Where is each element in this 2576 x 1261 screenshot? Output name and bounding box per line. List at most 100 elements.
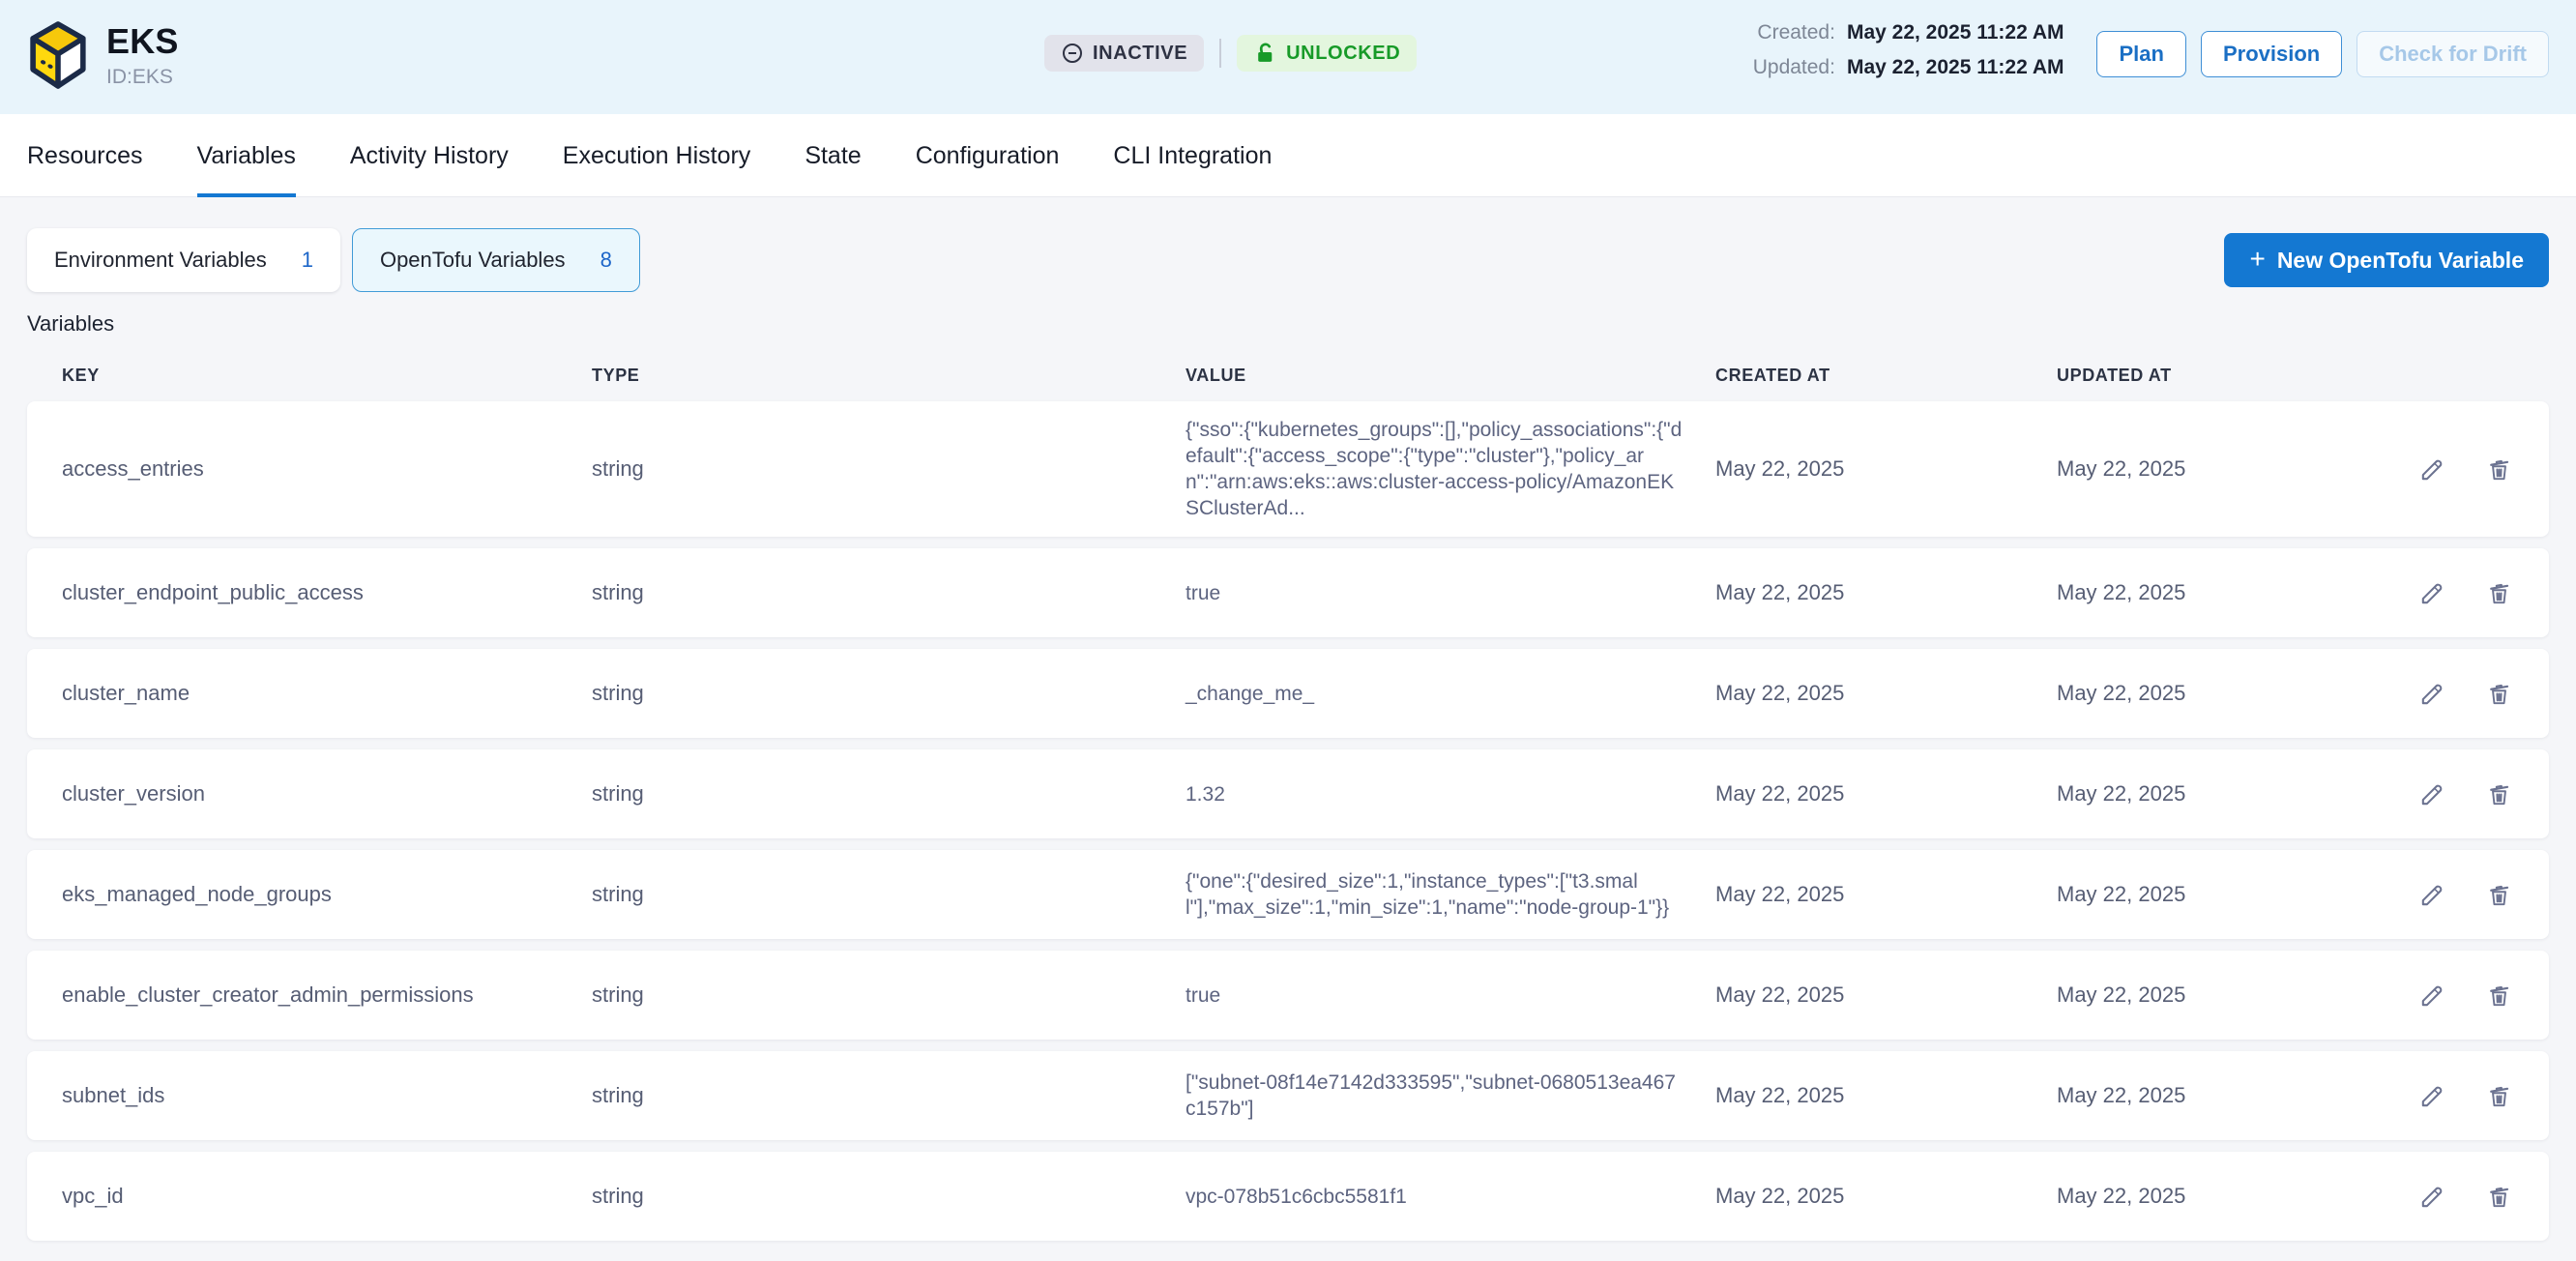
unlocked-status-label: UNLOCKED (1286, 43, 1400, 65)
main-tabs: Resources Variables Activity History Exe… (0, 114, 2576, 197)
edit-variable-button[interactable] (2417, 455, 2447, 484)
table-row: access_entries string {"sso":{"kubernete… (27, 401, 2549, 537)
variable-key: eks_managed_node_groups (62, 882, 592, 907)
pencil-icon (2417, 1182, 2447, 1212)
pencil-icon (2417, 779, 2447, 809)
circle-minus-icon (1061, 42, 1084, 65)
delete-variable-button[interactable] (2484, 455, 2514, 484)
pencil-icon (2417, 880, 2447, 910)
pencil-icon (2417, 578, 2447, 608)
edit-variable-button[interactable] (2417, 1081, 2447, 1111)
variable-created-at: May 22, 2025 (1715, 681, 2057, 706)
variable-key: vpc_id (62, 1184, 592, 1209)
table-row: eks_managed_node_groups string {"one":{"… (27, 850, 2549, 939)
plus-icon: + (2249, 246, 2265, 273)
tab-activity-history[interactable]: Activity History (350, 114, 509, 197)
table-row: vpc_id string vpc-078b51c6cbc5581f1 May … (27, 1152, 2549, 1241)
delete-variable-button[interactable] (2484, 679, 2514, 709)
tab-cli-integration[interactable]: CLI Integration (1113, 114, 1272, 197)
table-header-row: KEY TYPE VALUE CREATED AT UPDATED AT (27, 337, 2549, 401)
delete-variable-button[interactable] (2484, 578, 2514, 608)
variable-updated-at: May 22, 2025 (2057, 1184, 2376, 1209)
pencil-icon (2417, 981, 2447, 1011)
unlock-icon (1253, 42, 1277, 66)
tab-execution-history[interactable]: Execution History (563, 114, 751, 197)
edit-variable-button[interactable] (2417, 1182, 2447, 1212)
edit-variable-button[interactable] (2417, 981, 2447, 1011)
delete-variable-button[interactable] (2484, 779, 2514, 809)
opentofu-variables-chip[interactable]: OpenTofu Variables 8 (352, 228, 640, 292)
variable-type: string (592, 681, 1186, 706)
variable-key: access_entries (62, 456, 592, 482)
inactive-status-label: INACTIVE (1093, 43, 1187, 65)
table-row: cluster_version string 1.32 May 22, 2025… (27, 749, 2549, 838)
delete-variable-button[interactable] (2484, 981, 2514, 1011)
variable-type: string (592, 781, 1186, 806)
table-row: subnet_ids string ["subnet-08f14e7142d33… (27, 1051, 2549, 1140)
plan-button[interactable]: Plan (2096, 31, 2185, 77)
trash-icon (2484, 880, 2514, 910)
variable-created-at: May 22, 2025 (1715, 882, 2057, 907)
tab-configuration[interactable]: Configuration (916, 114, 1060, 197)
variable-value: true (1186, 982, 1715, 1009)
badge-divider (1219, 39, 1221, 68)
created-label: Created: (1753, 21, 1835, 44)
environment-variables-chip[interactable]: Environment Variables 1 (27, 228, 340, 292)
table-body: access_entries string {"sso":{"kubernete… (27, 401, 2549, 1241)
status-badges: INACTIVE UNLOCKED (1044, 35, 1417, 72)
table-row: cluster_endpoint_public_access string tr… (27, 548, 2549, 637)
edit-variable-button[interactable] (2417, 779, 2447, 809)
variable-created-at: May 22, 2025 (1715, 1083, 2057, 1108)
opentofu-cube-logo-icon (27, 19, 89, 91)
variable-value: {"sso":{"kubernetes_groups":[],"policy_a… (1186, 417, 1715, 521)
variable-key: cluster_version (62, 781, 592, 806)
trash-icon (2484, 1182, 2514, 1212)
variable-type: string (592, 1083, 1186, 1108)
variable-updated-at: May 22, 2025 (2057, 580, 2376, 605)
environment-variables-count: 1 (302, 248, 313, 273)
trash-icon (2484, 981, 2514, 1011)
variables-page: Environment Variables 1 OpenTofu Variabl… (0, 197, 2576, 1241)
unlocked-status-badge: UNLOCKED (1237, 35, 1417, 72)
trash-icon (2484, 578, 2514, 608)
pencil-icon (2417, 455, 2447, 484)
variable-key: subnet_ids (62, 1083, 592, 1108)
variable-value: vpc-078b51c6cbc5581f1 (1186, 1184, 1715, 1210)
opentofu-variables-count: 8 (600, 248, 612, 273)
variable-type: string (592, 882, 1186, 907)
delete-variable-button[interactable] (2484, 880, 2514, 910)
trash-icon (2484, 455, 2514, 484)
check-for-drift-button[interactable]: Check for Drift (2356, 31, 2549, 77)
provision-button[interactable]: Provision (2201, 31, 2342, 77)
trash-icon (2484, 1081, 2514, 1111)
pencil-icon (2417, 1081, 2447, 1111)
variable-key: cluster_endpoint_public_access (62, 580, 592, 605)
variables-section-title: Variables (27, 311, 2549, 337)
variable-value: true (1186, 580, 1715, 606)
tab-variables[interactable]: Variables (197, 114, 296, 197)
edit-variable-button[interactable] (2417, 880, 2447, 910)
tab-state[interactable]: State (805, 114, 861, 197)
variable-updated-at: May 22, 2025 (2057, 982, 2376, 1008)
page-header: EKS ID:EKS INACTIVE UNLOCKED Created: Ma… (0, 0, 2576, 114)
page-title: EKS (106, 21, 179, 62)
delete-variable-button[interactable] (2484, 1081, 2514, 1111)
variable-value: {"one":{"desired_size":1,"instance_types… (1186, 868, 1715, 921)
updated-label: Updated: (1753, 56, 1835, 79)
updated-value: May 22, 2025 11:22 AM (1847, 56, 2064, 79)
column-header-key: KEY (62, 366, 592, 386)
new-opentofu-variable-button[interactable]: + New OpenTofu Variable (2224, 233, 2549, 287)
created-value: May 22, 2025 11:22 AM (1847, 21, 2064, 44)
column-header-value: VALUE (1186, 366, 1715, 386)
variable-updated-at: May 22, 2025 (2057, 1083, 2376, 1108)
edit-variable-button[interactable] (2417, 578, 2447, 608)
variable-created-at: May 22, 2025 (1715, 781, 2057, 806)
variable-type: string (592, 982, 1186, 1008)
pencil-icon (2417, 679, 2447, 709)
variable-created-at: May 22, 2025 (1715, 456, 2057, 482)
edit-variable-button[interactable] (2417, 679, 2447, 709)
table-row: enable_cluster_creator_admin_permissions… (27, 951, 2549, 1040)
column-header-created-at: CREATED AT (1715, 366, 2057, 386)
delete-variable-button[interactable] (2484, 1182, 2514, 1212)
tab-resources[interactable]: Resources (27, 114, 143, 197)
